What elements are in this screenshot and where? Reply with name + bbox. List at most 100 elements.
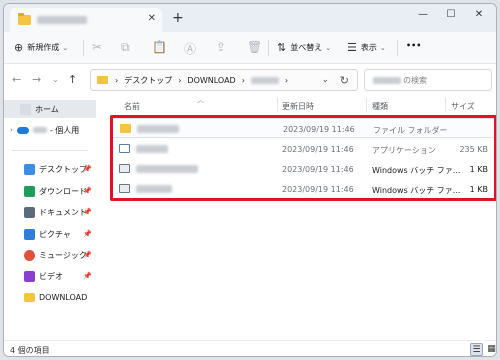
pin-icon[interactable]: 📌 — [83, 272, 92, 280]
navigation-pane: ホーム › - 個人用 デスクトップ 📌 ダウンロード 📌 ドキュメント 📌 ピ… — [4, 94, 96, 340]
account-name-redacted — [32, 127, 47, 133]
chevron-down-icon: ⌄ — [62, 43, 69, 52]
command-bar: ⊕ 新規作成 ⌄ ✂ ⧉ 📋 Ⓐ ⇪ 🗑 ⇅ 並べ替え ⌄ ☰ 表示 ⌄ ••• — [4, 32, 496, 64]
column-divider[interactable] — [277, 98, 278, 112]
search-placeholder: の検索 — [403, 75, 427, 85]
recent-chevron-icon[interactable]: ⌄ — [52, 75, 59, 84]
cloud-icon — [16, 126, 29, 134]
share-icon[interactable]: ⇪ — [216, 40, 226, 54]
explorer-window: ✕ + — ☐ ✕ ⊕ 新規作成 ⌄ ✂ ⧉ 📋 Ⓐ ⇪ 🗑 ⇅ 並べ替え ⌄ … — [3, 3, 497, 357]
breadcrumb-redacted[interactable] — [250, 76, 279, 84]
breadcrumb-separator: › — [241, 75, 245, 85]
item-count: 4 個の項目 — [10, 346, 50, 355]
breadcrumb-download[interactable]: DOWNLOAD — [187, 76, 235, 85]
sidebar-item-label: ドキュメント — [39, 207, 87, 217]
chevron-down-icon: ⌄ — [379, 43, 386, 52]
plus-circle-icon: ⊕ — [14, 41, 24, 54]
column-header-type[interactable]: 種類 — [372, 101, 388, 112]
address-bar[interactable]: › デスクトップ › DOWNLOAD › › ⌄ ↻ — [90, 69, 358, 91]
chevron-right-icon[interactable]: › — [10, 126, 13, 134]
download-icon — [24, 185, 35, 197]
sidebar-item-onedrive[interactable]: › - 個人用 — [4, 121, 96, 139]
sidebar-item-label: ホーム — [35, 104, 59, 114]
sort-button-label: 並べ替え — [290, 43, 323, 52]
chevron-down-icon: ⌄ — [325, 43, 332, 52]
sidebar-item-music[interactable]: ミュージック 📌 — [4, 246, 96, 264]
folder-icon — [24, 292, 35, 302]
breadcrumb-separator: › — [115, 75, 119, 85]
pin-icon[interactable]: 📌 — [83, 208, 92, 216]
paste-icon[interactable]: 📋 — [152, 40, 167, 54]
forward-arrow-icon[interactable]: → — [32, 73, 41, 86]
tab-title-redacted — [37, 16, 87, 24]
new-tab-button[interactable]: + — [172, 10, 184, 26]
sort-icon: ⇅ — [277, 41, 287, 54]
folder-icon — [18, 13, 31, 25]
column-header-name[interactable]: 名前 — [124, 101, 140, 112]
folder-icon — [97, 76, 108, 84]
sort-caret-icon: ︿ — [197, 96, 204, 104]
sidebar-item-home[interactable]: ホーム — [4, 100, 96, 118]
pin-icon[interactable]: 📌 — [83, 187, 92, 195]
close-button[interactable]: ✕ — [470, 9, 488, 20]
tab-close-icon[interactable]: ✕ — [148, 13, 156, 24]
breadcrumb-separator: › — [284, 75, 289, 85]
sidebar-item-videos[interactable]: ビデオ 📌 — [4, 267, 96, 285]
column-header-date[interactable]: 更新日時 — [282, 101, 314, 112]
address-bar-row: ← → ⌄ ↑ › デスクトップ › DOWNLOAD › › ⌄ ↻ の検索 — [4, 64, 496, 94]
search-box[interactable]: の検索 — [364, 69, 492, 91]
copy-icon[interactable]: ⧉ — [121, 40, 130, 55]
tab-current-folder[interactable]: ✕ — [10, 8, 162, 32]
sort-button[interactable]: ⇅ 並べ替え ⌄ — [277, 41, 331, 54]
divider — [268, 40, 269, 56]
sidebar-item-label: - 個人用 — [49, 125, 80, 135]
details-view-icon[interactable]: ☰ — [470, 343, 483, 356]
column-header-size[interactable]: サイズ — [451, 101, 475, 112]
sidebar-item-label: ビデオ — [39, 271, 63, 281]
column-divider[interactable] — [366, 98, 367, 112]
desktop-icon — [24, 163, 35, 175]
maximize-button[interactable]: ☐ — [442, 9, 460, 20]
sidebar-item-label: ピクチャ — [39, 229, 71, 239]
sidebar-item-label: DOWNLOAD — [39, 292, 88, 302]
new-button-label: 新規作成 — [27, 43, 60, 52]
refresh-icon[interactable]: ↻ — [340, 74, 349, 87]
pin-icon[interactable]: 📌 — [83, 230, 92, 238]
home-icon — [20, 103, 31, 115]
sidebar-item-label: ミュージック — [39, 250, 87, 260]
column-divider[interactable] — [445, 98, 446, 112]
sidebar-item-documents[interactable]: ドキュメント 📌 — [4, 203, 96, 221]
view-icon: ☰ — [347, 41, 357, 54]
video-icon — [24, 270, 35, 282]
music-icon — [24, 249, 35, 261]
back-arrow-icon[interactable]: ← — [12, 73, 21, 86]
rename-icon[interactable]: Ⓐ — [184, 40, 196, 57]
picture-icon — [24, 228, 35, 240]
pin-icon[interactable]: 📌 — [83, 165, 92, 173]
pin-icon[interactable]: 📌 — [83, 251, 92, 259]
view-button[interactable]: ☰ 表示 ⌄ — [347, 41, 386, 54]
view-button-label: 表示 — [360, 43, 377, 52]
delete-icon[interactable]: 🗑 — [247, 40, 262, 54]
search-scope-redacted — [373, 76, 401, 84]
tiles-view-icon[interactable]: ▦ — [485, 343, 496, 356]
minimize-button[interactable]: — — [414, 9, 432, 20]
chevron-down-icon[interactable]: ⌄ — [321, 75, 329, 85]
new-button[interactable]: ⊕ 新規作成 ⌄ — [14, 41, 68, 54]
sidebar-item-pictures[interactable]: ピクチャ 📌 — [4, 225, 96, 243]
divider — [83, 40, 84, 56]
sidebar-item-downloads[interactable]: ダウンロード 📌 — [4, 182, 96, 200]
more-options-button[interactable]: ••• — [406, 41, 421, 50]
document-icon — [24, 206, 35, 218]
divider — [12, 150, 88, 151]
sidebar-item-download-folder[interactable]: DOWNLOAD — [4, 288, 96, 306]
breadcrumb-desktop[interactable]: デスクトップ — [124, 75, 172, 86]
breadcrumb-separator: › — [178, 75, 182, 85]
cut-icon[interactable]: ✂ — [92, 40, 102, 54]
up-arrow-icon[interactable]: ↑ — [68, 73, 77, 86]
status-bar: 4 個の項目 ☰ ▦ — [4, 340, 496, 356]
divider — [397, 40, 398, 56]
title-bar: ✕ + — ☐ ✕ — [4, 4, 496, 32]
sidebar-item-desktop[interactable]: デスクトップ 📌 — [4, 160, 96, 178]
highlight-frame — [110, 115, 496, 201]
